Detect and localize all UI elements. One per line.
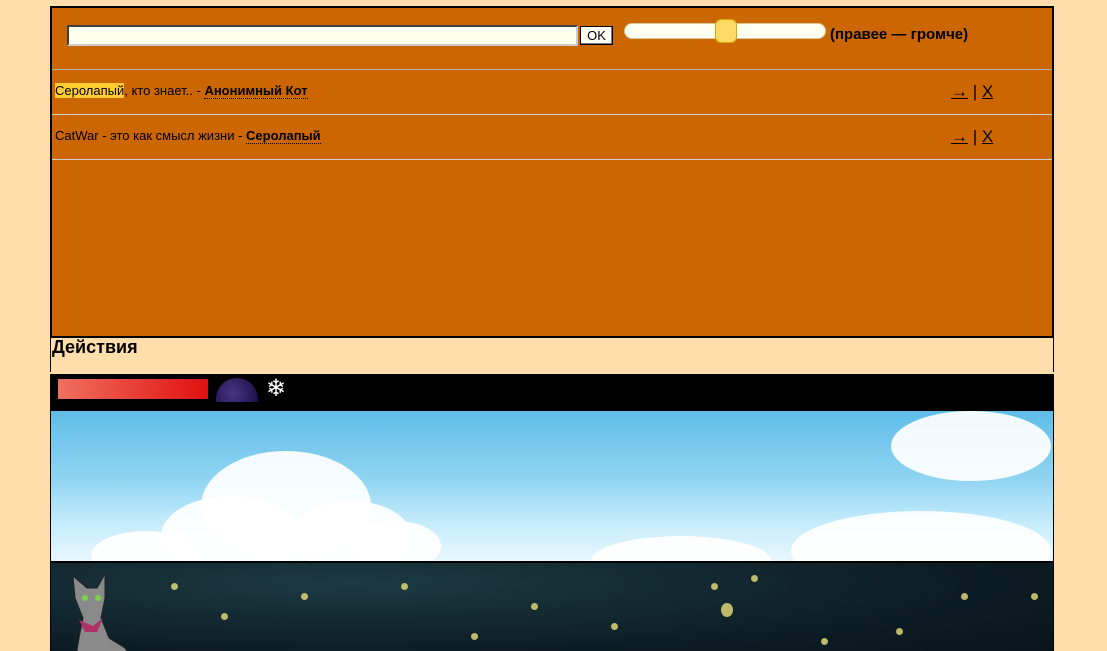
volume-slider-thumb[interactable] xyxy=(715,19,737,43)
message-actions: → | X xyxy=(951,82,993,102)
volume-slider[interactable] xyxy=(624,19,826,43)
forest-location-image xyxy=(50,562,1054,651)
cat-avatar[interactable] xyxy=(65,568,145,651)
volume-label: (правее — громче) xyxy=(830,26,969,43)
game-frame: OK (правее — громче) Серолапый, кто знае… xyxy=(50,6,1054,651)
delete-message-button[interactable]: X xyxy=(982,82,993,101)
chat-panel: OK (правее — громче) Серолапый, кто знае… xyxy=(50,6,1054,338)
message-author-link[interactable]: Серолапый xyxy=(246,128,321,144)
snowflake-icon: ❄ xyxy=(266,375,287,402)
chat-message-text: CatWar - это как смысл жизни - Серолапый xyxy=(55,128,321,144)
mention-highlight: Серолапый xyxy=(55,83,125,98)
chat-message: Серолапый, кто знает.. - Анонимный Кот →… xyxy=(52,70,1052,115)
separator: | xyxy=(972,82,978,101)
chat-message-text: Серолапый, кто знает.. - Анонимный Кот xyxy=(55,83,308,99)
moon-icon xyxy=(216,378,260,402)
reply-arrow-icon[interactable]: → xyxy=(951,127,968,146)
message-body: CatWar - это как смысл жизни - xyxy=(55,128,247,143)
separator: | xyxy=(972,127,978,146)
sky-image xyxy=(50,410,1054,562)
chat-form: OK (правее — громче) xyxy=(52,8,1052,70)
message-author-link[interactable]: Анонимный Кот xyxy=(204,83,308,99)
status-bar: ❄ xyxy=(50,374,1054,410)
actions-heading: Действия xyxy=(50,336,1054,372)
message-body: , кто знает.. - xyxy=(124,83,205,98)
message-actions: → | X xyxy=(951,127,993,147)
delete-message-button[interactable]: X xyxy=(982,127,993,146)
chat-message-input[interactable] xyxy=(67,25,578,46)
chat-message: CatWar - это как смысл жизни - Серолапый… xyxy=(52,115,1052,160)
health-bar xyxy=(58,379,208,399)
reply-arrow-icon[interactable]: → xyxy=(951,82,968,101)
send-button[interactable]: OK xyxy=(580,26,613,45)
